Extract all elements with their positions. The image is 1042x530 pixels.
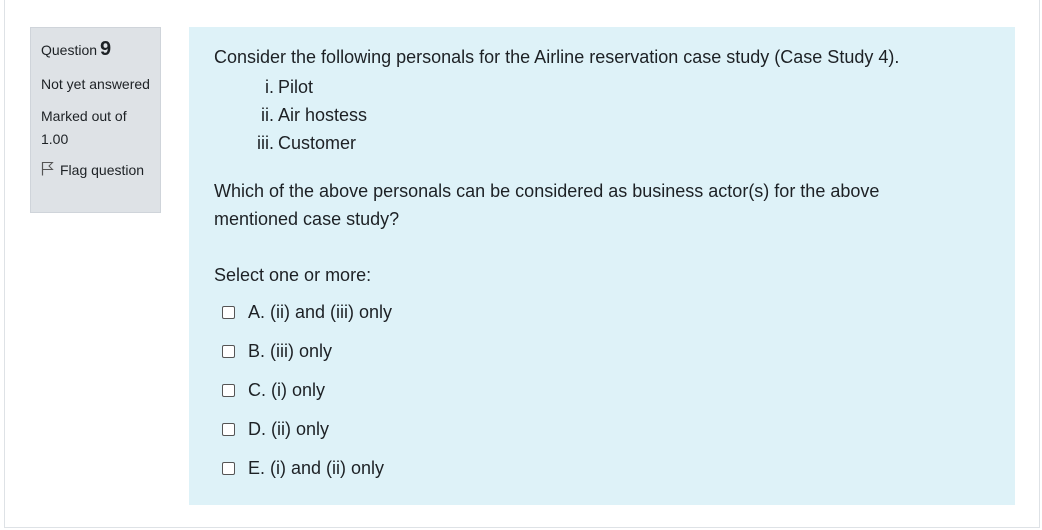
answer-option-label: D. (ii) only <box>248 419 330 439</box>
flag-question-link[interactable]: Flag question <box>41 161 150 179</box>
list-item-text: Pilot <box>278 77 314 97</box>
list-item-numeral: ii. <box>261 105 274 125</box>
list-item-text: Customer <box>278 133 357 153</box>
answer-option-label: E. (i) and (ii) only <box>248 458 385 478</box>
question-number-value: 9 <box>100 38 112 60</box>
flag-question-label: Flag question <box>60 162 145 178</box>
list-item: ii. Air hostess <box>214 101 990 129</box>
personal-list: i. Pilot ii. Air hostess iii. Customer <box>214 73 990 157</box>
checkbox[interactable] <box>222 462 235 475</box>
checkbox[interactable] <box>222 423 235 436</box>
answer-option-c[interactable]: C. (i) only <box>214 371 990 410</box>
list-item-numeral: i. <box>265 77 274 97</box>
flag-icon <box>41 161 54 179</box>
list-item: i. Pilot <box>214 73 990 101</box>
answer-option-a[interactable]: A. (ii) and (iii) only <box>214 293 990 332</box>
answer-option-label: A. (ii) and (iii) only <box>248 302 393 322</box>
answer-prompt: Select one or more: <box>214 265 372 285</box>
list-item-numeral: iii. <box>257 133 274 153</box>
checkbox[interactable] <box>222 345 235 358</box>
question-content: Consider the following personals for the… <box>189 27 1015 505</box>
answer-option-e[interactable]: E. (i) and (ii) only <box>214 449 990 488</box>
checkbox[interactable] <box>222 306 235 319</box>
question-number: Question 9 <box>41 38 150 61</box>
checkbox[interactable] <box>222 384 235 397</box>
answer-option-d[interactable]: D. (ii) only <box>214 410 990 449</box>
question-ask: Which of the above personals can be cons… <box>214 181 880 229</box>
question-label: Question <box>41 42 98 58</box>
answer-options: A. (ii) and (iii) only B. (iii) only C. … <box>214 293 990 488</box>
list-item-text: Air hostess <box>278 105 368 125</box>
question-info-panel: Question 9 Not yet answered Marked out of… <box>30 27 161 213</box>
answer-option-label: C. (i) only <box>248 380 326 400</box>
answer-option-label: B. (iii) only <box>248 341 333 361</box>
question-grade: Marked out of 1.00 <box>41 108 127 147</box>
list-item: iii. Customer <box>214 129 990 157</box>
question-intro: Consider the following personals for the… <box>214 47 900 67</box>
answer-option-b[interactable]: B. (iii) only <box>214 332 990 371</box>
question-state: Not yet answered <box>41 76 150 92</box>
